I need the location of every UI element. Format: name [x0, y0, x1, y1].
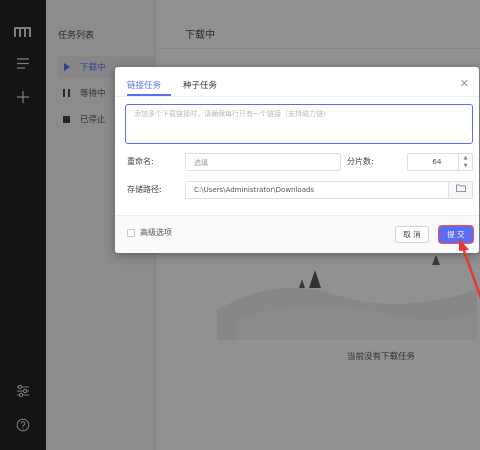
add-task-dialog: 链接任务 种子任务 ✕ 添加多个下载链接时，请确保每行只有一个链接（支持磁力链）… — [115, 67, 479, 253]
chevron-down-icon[interactable]: ▼ — [459, 162, 472, 170]
save-path-input[interactable]: C:\Users\Administrator\Downloads — [185, 181, 473, 199]
cancel-button[interactable]: 取 消 — [395, 226, 429, 243]
close-icon[interactable]: ✕ — [460, 77, 469, 90]
annotation-arrow-icon — [459, 238, 480, 300]
dialog-footer: 高级选项 取 消 提 交 — [115, 215, 479, 253]
checkbox-icon[interactable] — [127, 228, 135, 237]
chevron-up-icon[interactable]: ▲ — [459, 154, 472, 162]
folder-icon[interactable] — [448, 182, 472, 198]
segments-stepper[interactable]: 64 ▲ ▼ — [407, 153, 473, 171]
path-label: 存储路径: — [127, 185, 162, 194]
url-textarea[interactable]: 添加多个下载链接时，请确保每行只有一个链接（支持磁力链） — [125, 104, 473, 144]
stepper-arrows[interactable]: ▲ ▼ — [458, 154, 472, 170]
tab-link-task[interactable]: 链接任务 — [127, 79, 161, 91]
save-path-value: C:\Users\Administrator\Downloads — [194, 186, 315, 194]
advanced-options[interactable]: 高级选项 — [127, 227, 172, 238]
segments-value: 64 — [432, 158, 442, 166]
segments-label: 分片数: — [347, 157, 374, 166]
rename-label: 重命名: — [127, 157, 154, 166]
advanced-options-label: 高级选项 — [140, 228, 172, 237]
tab-torrent-task[interactable]: 种子任务 — [183, 79, 217, 91]
tabs-divider — [115, 96, 479, 97]
rename-input[interactable]: 选填 — [185, 153, 341, 171]
